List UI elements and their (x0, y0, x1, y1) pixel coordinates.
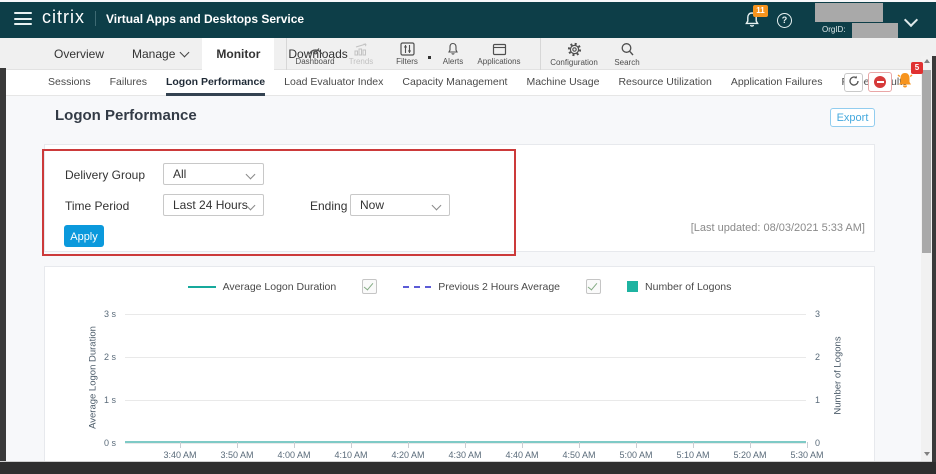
tool-search[interactable]: Search (602, 42, 652, 67)
x-tick-430am: 4:30 AM (437, 450, 493, 460)
x-tick-400am: 4:00 AM (266, 450, 322, 460)
chart-legend: Average Logon Duration Previous 2 Hours … (44, 279, 875, 294)
subtab-capacity-management[interactable]: Capacity Management (402, 70, 507, 96)
y-right-axis-label: Number of Logons (833, 321, 844, 431)
hamburger-menu-icon[interactable] (14, 12, 32, 25)
chart-panel (44, 266, 875, 466)
product-title: Virtual Apps and Desktops Service (106, 12, 304, 26)
gridline-3 (125, 314, 806, 315)
user-name-redacted (815, 3, 883, 22)
time-period-label: Time Period (65, 199, 129, 213)
refresh-icon (848, 74, 860, 92)
nav-tab-monitor[interactable]: Monitor (202, 38, 274, 70)
org-id-label: OrgID: (822, 25, 846, 34)
subtab-sessions[interactable]: Sessions (48, 70, 91, 96)
nav-tools-group-2: Configuration Search (546, 38, 652, 70)
subtab-load-evaluator-index[interactable]: Load Evaluator Index (284, 70, 383, 96)
warning-count-badge: 5 (911, 62, 923, 74)
legend-checkbox-previous-2-hours[interactable] (586, 279, 601, 294)
scrollbar-up-arrow[interactable] (924, 59, 930, 63)
chevron-down-icon (432, 201, 442, 211)
configuration-gear-icon (567, 42, 582, 57)
citrix-logo: citrix (42, 7, 85, 28)
y-right-tick-2: 2 (815, 352, 820, 362)
window-edge-bottom (0, 462, 936, 474)
x-tick-450am: 4:50 AM (551, 450, 607, 460)
monitor-subtabs: Sessions Failures Logon Performance Load… (48, 70, 936, 96)
nav-tab-manage[interactable]: Manage (118, 38, 202, 70)
x-tick-440am: 4:40 AM (494, 450, 550, 460)
chevron-down-icon (180, 48, 190, 58)
x-tick-520am: 5:20 AM (722, 450, 778, 460)
gridline-2 (125, 357, 806, 358)
x-tick-530am: 5:30 AM (779, 450, 835, 460)
trends-chart-icon (353, 43, 369, 56)
org-id-redacted (852, 23, 898, 39)
tool-trends[interactable]: Trends (338, 43, 384, 66)
gridline-1 (125, 400, 806, 401)
x-tick-340am: 3:40 AM (152, 450, 208, 460)
y-right-tick-3: 3 (815, 309, 820, 319)
tool-alerts[interactable]: Alerts (430, 42, 476, 66)
last-updated-text: [Last updated: 08/03/2021 5:33 AM] (600, 222, 865, 234)
delivery-group-dropdown[interactable]: All (163, 163, 264, 185)
filters-sliders-icon (400, 42, 415, 56)
scrollbar-down-arrow[interactable] (924, 452, 930, 456)
subtab-resource-utilization[interactable]: Resource Utilization (618, 70, 711, 96)
refresh-button[interactable] (844, 73, 863, 92)
nav-divider (540, 38, 541, 70)
brand-divider (95, 11, 96, 26)
y-left-axis-label: Average Logon Duration (88, 313, 99, 443)
warning-bell-icon (894, 77, 916, 94)
apply-button[interactable]: Apply (64, 225, 104, 247)
citrix-monitor-window: citrix Virtual Apps and Desktops Service… (0, 0, 936, 474)
search-icon (620, 42, 635, 57)
x-tick-500am: 5:00 AM (608, 450, 664, 460)
legend-item-previous-2-hours: Previous 2 Hours Average (403, 281, 560, 293)
page-title: Logon Performance (55, 107, 197, 124)
subtab-machine-usage[interactable]: Machine Usage (526, 70, 599, 96)
help-icon[interactable]: ? (777, 13, 792, 28)
subtab-failures[interactable]: Failures (110, 70, 147, 96)
nav-divider (286, 38, 287, 70)
vertical-scrollbar-thumb[interactable] (922, 70, 931, 253)
time-period-dropdown[interactable]: Last 24 Hours (163, 194, 264, 216)
y-right-tick-0: 0 (815, 438, 820, 448)
dashboard-gauge-icon (307, 43, 324, 56)
teal-line-swatch (188, 286, 216, 288)
error-circle-icon (874, 76, 886, 88)
x-tick-420am: 4:20 AM (380, 450, 436, 460)
subtab-application-failures[interactable]: Application Failures (731, 70, 823, 96)
ending-dropdown[interactable]: Now (350, 194, 450, 216)
tool-dashboard[interactable]: Dashboard (292, 43, 338, 66)
legend-item-avg-logon-duration: Average Logon Duration (188, 281, 337, 293)
teal-square-swatch (627, 281, 638, 292)
tool-configuration[interactable]: Configuration (546, 42, 602, 67)
tool-applications[interactable]: Applications (476, 43, 522, 66)
x-tick-410am: 4:10 AM (323, 450, 379, 460)
window-edge-right (932, 56, 936, 474)
notification-count-badge: 11 (753, 5, 768, 17)
chevron-down-icon (246, 170, 256, 180)
critical-alert-button[interactable] (868, 72, 892, 92)
subtab-logon-performance[interactable]: Logon Performance (166, 70, 265, 96)
x-tick-510am: 5:10 AM (665, 450, 721, 460)
legend-checkbox-avg-logon-duration[interactable] (362, 279, 377, 294)
tool-filters[interactable]: Filters (384, 42, 430, 66)
y-right-tick-1: 1 (815, 395, 820, 405)
x-tick-350am: 3:50 AM (209, 450, 265, 460)
export-button[interactable]: Export (830, 108, 875, 127)
alerts-bell-icon (446, 42, 460, 56)
legend-item-number-of-logons: Number of Logons (627, 281, 731, 293)
nav-tab-overview[interactable]: Overview (40, 38, 118, 70)
applications-window-icon (492, 43, 507, 56)
filters-menu-dot (428, 56, 431, 59)
window-edge-left (0, 68, 6, 474)
nav-tools-group-1: Dashboard Trends Filters Alerts Applicat… (292, 38, 522, 70)
ending-label: Ending (310, 199, 347, 213)
delivery-group-label: Delivery Group (65, 168, 145, 182)
dashed-line-swatch (403, 286, 431, 288)
